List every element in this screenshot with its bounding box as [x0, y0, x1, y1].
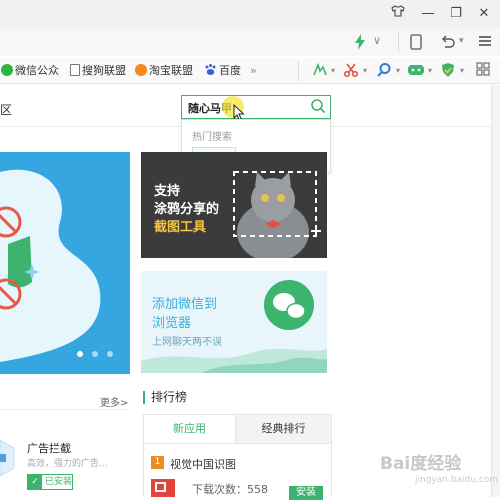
engine-chevron-down-icon[interactable]: ∨ — [373, 34, 381, 47]
search-icon[interactable] — [310, 98, 326, 114]
promo-line-2: 涂鸦分享的 — [154, 202, 220, 217]
restore-button[interactable]: ❐ — [446, 4, 466, 24]
wechat-icon — [1, 64, 13, 76]
speed-mode-icon[interactable] — [354, 34, 366, 53]
wechat-promo-line-3: 上网聊天两不误 — [152, 337, 222, 348]
download-count: 下载次数：558 — [192, 483, 268, 496]
left-divider — [0, 409, 130, 410]
promo-line-3: 截图工具 — [154, 220, 207, 235]
scissors-dropdown-icon[interactable]: ▾ — [363, 62, 367, 80]
banner-illustration — [0, 169, 113, 362]
search-tool-dropdown-icon[interactable]: ▾ — [396, 62, 400, 80]
bookmarks-bar: 微信公众 搜狗联盟 淘宝联盟 百度 » ▾ ▾ ▾ ▾ ▾ — [0, 58, 500, 84]
wechat-promo-line-1: 添加微信到 — [152, 297, 218, 312]
search-tool-icon[interactable] — [376, 62, 392, 80]
checkmark-icon: ✓ — [28, 475, 42, 489]
screenshot-tool-promo-card[interactable]: 支持 涂鸦分享的 截图工具 — [141, 152, 327, 258]
close-button[interactable]: ✕ — [474, 4, 494, 24]
shield-dropdown-icon[interactable]: ▾ — [460, 62, 464, 80]
promo-line-1: 支持 — [154, 184, 181, 199]
app-name: 广告拦截 — [27, 442, 71, 455]
signature-tool-icon[interactable] — [312, 62, 328, 80]
baidu-icon — [204, 63, 217, 81]
bookmark-label: 微信公众 — [15, 64, 59, 77]
wechat-promo-line-2: 浏览器 — [152, 316, 192, 331]
tab-classic-ranking[interactable]: 经典排行 — [236, 415, 331, 443]
installed-badge: ✓ 已安装 — [27, 474, 73, 490]
bookmark-sogou[interactable]: 搜狗联盟 — [70, 63, 126, 79]
bookmark-label: 搜狗联盟 — [82, 64, 126, 77]
section-heading-fragment: 区 — [0, 103, 13, 117]
ranked-app-name[interactable]: 视觉中国识图 — [170, 456, 236, 472]
apps-grid-icon[interactable] — [476, 62, 490, 80]
menu-icon[interactable] — [478, 34, 492, 51]
more-link[interactable]: 更多> — [100, 394, 128, 409]
watermark-logo: Bai度经验 — [380, 454, 462, 474]
app-hexagon-icon — [0, 439, 15, 476]
vertical-scrollbar[interactable] — [491, 85, 500, 497]
ad-block-app-card[interactable]: 广告拦截 高效，强力的广告... ✓ 已安装 — [0, 418, 130, 497]
security-shield-icon[interactable] — [440, 62, 456, 80]
signature-dropdown-icon[interactable]: ▾ — [331, 62, 335, 80]
ranked-app-icon[interactable] — [151, 479, 175, 497]
bookmark-label: 淘宝联盟 — [149, 64, 193, 77]
navigation-toolbar: ∨ ▾ — [0, 28, 500, 56]
wechat-promo-card[interactable]: 添加微信到 浏览器 上网聊天两不误 — [141, 271, 327, 373]
featured-banner[interactable] — [0, 152, 130, 374]
watermark-url: jingyan.baidu.com — [415, 475, 499, 485]
skin-shirt-icon[interactable] — [388, 4, 408, 24]
bookmark-wechat[interactable]: 微信公众 — [1, 63, 59, 79]
rank-number-badge: 1 — [151, 456, 164, 469]
install-button[interactable]: 安装 — [289, 486, 323, 500]
tablet-icon[interactable] — [410, 34, 422, 53]
game-dropdown-icon[interactable]: ▾ — [428, 62, 432, 80]
hot-search-label: 热门搜索 — [192, 132, 232, 143]
tab-new-apps[interactable]: 新应用 — [144, 415, 236, 443]
app-description: 高效，强力的广告... — [27, 459, 108, 469]
bookmark-taobao[interactable]: 淘宝联盟 — [135, 63, 193, 79]
bookmarks-divider — [298, 61, 299, 81]
minimize-button[interactable]: — — [418, 4, 438, 24]
bookmark-baidu[interactable]: 百度 — [204, 63, 241, 79]
ranking-tabs: 新应用 经典排行 — [143, 414, 332, 444]
toolbar-divider — [398, 32, 399, 52]
installed-label: 已安装 — [45, 477, 73, 487]
app-search-box[interactable]: 随心马甲 — [181, 95, 331, 119]
ranking-list: 1 视觉中国识图 下载次数：558 安装 — [143, 444, 332, 500]
page-icon — [70, 64, 80, 76]
screenshot-scissors-icon[interactable] — [343, 62, 359, 80]
bookmarks-more-button[interactable]: » — [250, 63, 257, 79]
undo-dropdown-icon[interactable]: ▾ — [459, 36, 464, 46]
title-bar: — ❐ ✕ — [0, 0, 500, 28]
ranking-title: 排行榜 — [143, 391, 187, 404]
bookmark-label: 百度 — [219, 64, 241, 77]
taobao-icon — [135, 64, 147, 76]
game-controller-icon[interactable] — [407, 62, 425, 80]
undo-close-tab-icon[interactable] — [440, 34, 456, 53]
